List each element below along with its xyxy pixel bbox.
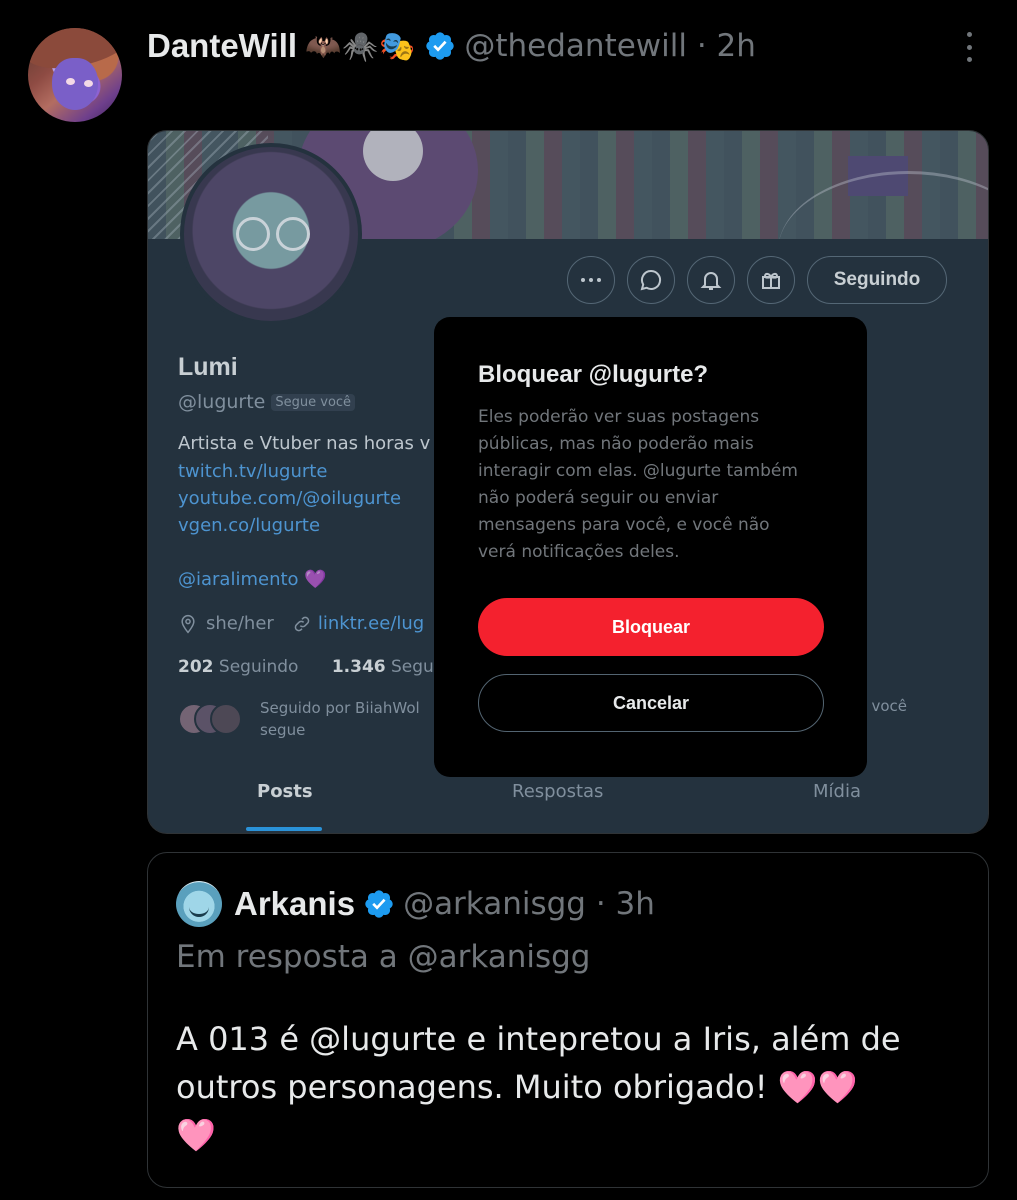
followers-label[interactable]: Segui bbox=[391, 657, 439, 677]
profile-stats: 202 Seguindo 1.346 Segui bbox=[178, 657, 439, 677]
profile-handle-row: @lugurte Segue você bbox=[178, 391, 356, 413]
purple-heart-emoji: 💜 bbox=[304, 569, 327, 590]
author-avatar[interactable] bbox=[28, 28, 122, 122]
cancel-button[interactable]: Cancelar bbox=[478, 674, 824, 732]
quoted-author-avatar[interactable] bbox=[176, 881, 222, 927]
following-count[interactable]: 202 bbox=[178, 657, 214, 677]
tab-posts[interactable]: Posts bbox=[257, 781, 313, 802]
quoted-author-name[interactable]: Arkanis bbox=[234, 885, 355, 923]
quoted-handle-time[interactable]: @arkanisgg · 3h bbox=[403, 886, 655, 922]
tab-media[interactable]: Mídia bbox=[813, 781, 861, 802]
tweet-header: DanteWill 🦇🕷️🎭 @thedantewill · 2h bbox=[147, 24, 756, 68]
pronouns: she/her bbox=[206, 613, 274, 634]
attached-image[interactable]: Seguindo Lumi @lugurte Segue você Artist… bbox=[147, 130, 989, 834]
reply-context[interactable]: Em resposta a @arkanisgg bbox=[176, 939, 591, 975]
link-icon bbox=[294, 616, 310, 631]
dialog-title: Bloquear @lugurte? bbox=[478, 361, 709, 388]
avatar-eye bbox=[84, 80, 93, 87]
bio-mention-row: @iaralimento 💜 bbox=[178, 569, 327, 590]
profile-handle: @lugurte bbox=[178, 391, 266, 413]
more-icon[interactable] bbox=[567, 256, 615, 304]
quoted-text: A 013 é @lugurte e intepretou a Iris, al… bbox=[176, 1020, 901, 1154]
followed-by-text: Seguido por BiiahWol segue bbox=[260, 699, 420, 739]
active-tab-indicator bbox=[246, 827, 322, 831]
following-label[interactable]: Seguindo bbox=[219, 657, 299, 677]
verified-badge-icon bbox=[426, 32, 455, 60]
followers-count[interactable]: 1.346 bbox=[332, 657, 386, 677]
location-pin-icon bbox=[181, 614, 195, 633]
following-button[interactable]: Seguindo bbox=[807, 256, 947, 304]
quoted-tweet[interactable]: Arkanis @arkanisgg · 3h Em resposta a @a… bbox=[147, 852, 989, 1188]
bio-link-vgen[interactable]: vgen.co/lugurte bbox=[178, 515, 320, 536]
bio-link-twitch[interactable]: twitch.tv/lugurte bbox=[178, 461, 327, 482]
name-emojis: 🦇🕷️🎭 bbox=[305, 28, 417, 63]
author-name[interactable]: DanteWill bbox=[147, 27, 297, 65]
verified-badge-icon bbox=[365, 890, 393, 918]
block-button[interactable]: Bloquear bbox=[478, 598, 824, 656]
block-dialog: Bloquear @lugurte? Eles poderão ver suas… bbox=[434, 317, 867, 777]
bio-mention[interactable]: @iaralimento bbox=[178, 569, 299, 590]
avatar-eye bbox=[66, 78, 75, 85]
quoted-header: Arkanis @arkanisgg · 3h bbox=[234, 879, 655, 929]
followed-by-avatars bbox=[178, 703, 244, 737]
profile-avatar bbox=[180, 143, 362, 325]
more-options-icon[interactable] bbox=[958, 32, 980, 62]
bio-link-youtube[interactable]: youtube.com/@oilugurte bbox=[178, 488, 401, 509]
profile-name: Lumi bbox=[178, 353, 238, 381]
dialog-description: Eles poderão ver suas postagens públicas… bbox=[478, 407, 798, 562]
profile-meta: she/her linktr.ee/lug bbox=[178, 613, 424, 634]
author-handle-time[interactable]: @thedantewill · 2h bbox=[464, 28, 756, 64]
follows-you-badge: Segue você bbox=[271, 393, 356, 411]
gift-icon[interactable] bbox=[747, 256, 795, 304]
tab-replies[interactable]: Respostas bbox=[512, 781, 603, 802]
profile-bio: Artista e Vtuber nas horas v bbox=[178, 433, 431, 454]
notification-bell-icon[interactable] bbox=[687, 256, 735, 304]
profile-website[interactable]: linktr.ee/lug bbox=[318, 613, 424, 634]
message-icon[interactable] bbox=[627, 256, 675, 304]
